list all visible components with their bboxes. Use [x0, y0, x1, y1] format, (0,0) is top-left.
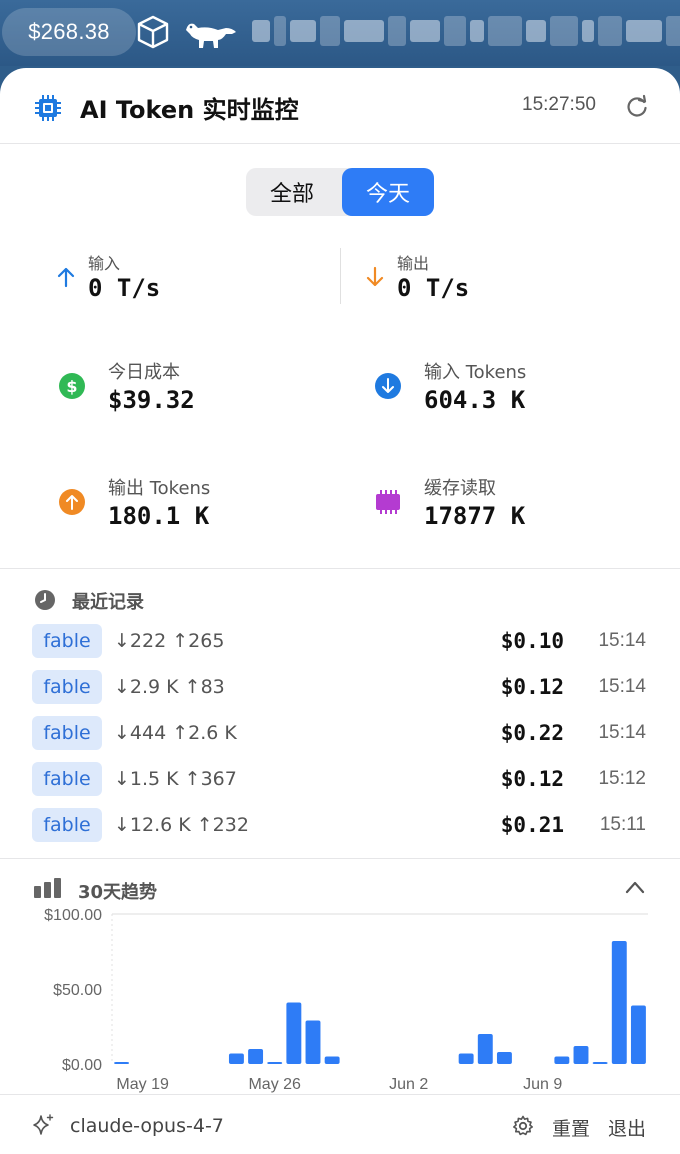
- sparkle-icon: [33, 1114, 54, 1135]
- menubar-price-button[interactable]: $268.38: [2, 8, 136, 56]
- x-tick-label: May 19: [116, 1076, 169, 1093]
- arrow-down-icon: [366, 266, 384, 287]
- record-time: 15:14: [598, 676, 646, 697]
- chip-icon: [35, 95, 61, 121]
- memory-chip-icon: [376, 490, 400, 514]
- cube-icon[interactable]: [136, 14, 170, 50]
- chart-bar: [267, 1062, 283, 1064]
- record-tokens: ↓2.9 K ↑83: [114, 676, 225, 698]
- record-row: fable ↓444 ↑2.6 K $0.22 15:14: [0, 714, 680, 754]
- clock-icon: [35, 590, 55, 610]
- current-time: 15:27:50: [522, 94, 596, 115]
- monitor-panel: AI Token 实时监控 15:27:50 全部 今天 输入 0 T/s 输出…: [0, 68, 680, 1154]
- segment-today[interactable]: 今天: [342, 168, 434, 216]
- chart-bar: [554, 1056, 570, 1064]
- page-title: AI Token 实时监控: [80, 96, 299, 124]
- footer-divider: [0, 1094, 680, 1095]
- cost-label: 今日成本: [108, 362, 180, 383]
- quit-button[interactable]: 退出: [608, 1114, 646, 1141]
- record-cost: $0.12: [500, 767, 564, 791]
- chart-bar: [496, 1052, 512, 1064]
- chart-bar: [248, 1049, 264, 1064]
- chart-bar: [573, 1046, 589, 1064]
- arrow-down-circle-icon: [375, 373, 401, 399]
- svg-text:$: $: [66, 377, 77, 396]
- trend-bar-chart: $100.00 $50.00 $0.00 May 19 May 26 Jun 2 Jun 9: [44, 907, 648, 1093]
- chevron-up-icon[interactable]: [624, 878, 646, 896]
- record-tokens: ↓12.6 K ↑232: [114, 814, 249, 836]
- chart-bar: [305, 1020, 321, 1064]
- record-tokens: ↓222 ↑265: [114, 630, 225, 652]
- model-name: claude-opus-4-7: [70, 1115, 224, 1137]
- model-tag: fable: [32, 624, 102, 658]
- panel-header: AI Token 实时监控 15:27:50: [0, 68, 680, 144]
- recent-records-title: 最近记录: [72, 592, 144, 613]
- cache-read-label: 缓存读取: [424, 478, 496, 499]
- section-divider: [0, 568, 680, 569]
- output-tokens-label: 输出 Tokens: [108, 478, 211, 499]
- chart-bar: [477, 1034, 493, 1064]
- y-tick-label: $50.00: [53, 982, 102, 999]
- y-tick-label: $100.00: [44, 907, 102, 924]
- chart-bar: [592, 1062, 608, 1064]
- chart-bar: [114, 1062, 130, 1064]
- segment-all[interactable]: 全部: [246, 168, 338, 216]
- record-cost: $0.22: [500, 721, 564, 745]
- output-rate-value: 0 T/s: [397, 274, 470, 302]
- record-row: fable ↓12.6 K ↑232 $0.21 15:11: [0, 806, 680, 846]
- chart-bar: [324, 1056, 340, 1064]
- reset-button[interactable]: 重置: [552, 1114, 590, 1141]
- gear-icon[interactable]: [512, 1115, 534, 1137]
- section-divider: [0, 858, 680, 859]
- output-rate-label: 输出: [397, 254, 430, 273]
- chart-bar: [228, 1053, 244, 1064]
- record-row: fable ↓222 ↑265 $0.10 15:14: [0, 622, 680, 662]
- output-tokens-value: 180.1 K: [108, 502, 210, 530]
- input-tokens-label: 输入 Tokens: [424, 362, 527, 383]
- chart-bar: [630, 1005, 646, 1064]
- range-segmented-control: 全部 今天: [246, 168, 434, 216]
- x-tick-label: Jun 9: [523, 1076, 562, 1093]
- cost-value: $39.32: [108, 386, 195, 414]
- arrow-up-icon: [57, 267, 75, 288]
- record-tokens: ↓1.5 K ↑367: [114, 768, 237, 790]
- pet-dinosaur-icon[interactable]: [182, 16, 240, 52]
- record-time: 15:11: [599, 814, 646, 835]
- record-tokens: ↓444 ↑2.6 K: [114, 722, 237, 744]
- input-rate-value: 0 T/s: [88, 274, 161, 302]
- record-time: 15:14: [598, 630, 646, 651]
- dollar-circle-icon: $: [59, 373, 85, 399]
- refresh-icon[interactable]: [624, 94, 650, 120]
- bar-chart-icon: [34, 878, 61, 898]
- rates-divider: [340, 248, 341, 304]
- record-row: fable ↓2.9 K ↑83 $0.12 15:14: [0, 668, 680, 708]
- input-tokens-value: 604.3 K: [424, 386, 526, 414]
- model-tag: fable: [32, 762, 102, 796]
- y-tick-label: $0.00: [62, 1057, 102, 1074]
- chart-bar: [458, 1053, 474, 1064]
- input-rate-label: 输入: [88, 254, 121, 273]
- x-tick-label: Jun 2: [389, 1076, 428, 1093]
- blurred-menubar-items: [252, 10, 680, 52]
- cache-read-value: 17877 K: [424, 502, 526, 530]
- x-tick-label: May 26: [248, 1076, 301, 1093]
- chart-bar: [611, 941, 627, 1064]
- record-cost: $0.10: [500, 629, 564, 653]
- menu-bar: $268.38: [0, 0, 680, 66]
- record-row: fable ↓1.5 K ↑367 $0.12 15:12: [0, 760, 680, 800]
- model-tag: fable: [32, 670, 102, 704]
- record-time: 15:12: [598, 768, 646, 789]
- record-cost: $0.12: [500, 675, 564, 699]
- record-cost: $0.21: [500, 813, 564, 837]
- model-tag: fable: [32, 808, 102, 842]
- model-tag: fable: [32, 716, 102, 750]
- chart-bar: [286, 1002, 302, 1064]
- arrow-up-circle-icon: [59, 489, 85, 515]
- record-time: 15:14: [598, 722, 646, 743]
